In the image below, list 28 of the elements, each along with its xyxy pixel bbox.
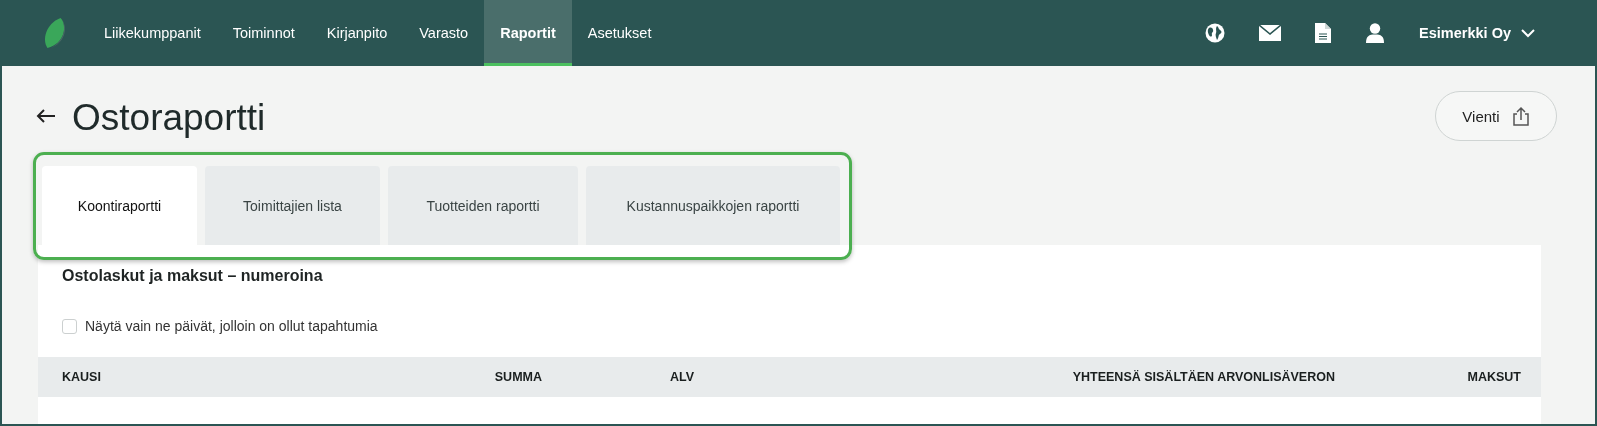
tab[interactable]: Tuotteiden raportti [388,166,578,245]
share-icon [1511,106,1530,126]
export-button[interactable]: Vienti [1435,91,1557,141]
checkbox[interactable] [62,318,77,334]
mail-icon[interactable] [1259,25,1282,41]
page-title: Ostoraportti [72,96,266,139]
nav-item[interactable]: Kirjanpito [310,0,404,66]
nav-item[interactable]: Asetukset [571,0,668,66]
chevron-down-icon [1521,28,1535,38]
column-header[interactable]: ALV [542,370,902,384]
tab[interactable]: Kustannuspaikkojen raportti [586,166,840,245]
back-arrow-icon[interactable] [36,108,56,124]
globe-icon[interactable] [1205,23,1226,43]
tab[interactable]: Koontiraportti [42,166,197,245]
nav-item[interactable]: Liikekumppanit [88,0,217,66]
tab[interactable]: Toimittajien lista [205,166,380,245]
user-icon[interactable] [1365,23,1386,43]
section-heading: Ostolaskut ja maksut – numeroina [62,267,324,285]
column-header[interactable]: SUMMA [402,370,542,384]
document-icon[interactable] [1315,23,1332,43]
nav-item[interactable]: Varasto [403,0,485,66]
column-header[interactable]: MAKSUT [1335,370,1521,384]
company-menu-button[interactable]: Esimerkki Oy [1419,25,1535,41]
checkbox-label[interactable]: Näytä vain ne päivät, jolloin on ollut tapahtumia [85,318,378,334]
column-header[interactable]: KAUSI [62,370,402,384]
column-header[interactable]: YHTEENSÄ SISÄLTÄEN ARVONLISÄVERON [902,370,1335,384]
nav-item[interactable]: Raportit [484,0,572,66]
nav-item[interactable]: Toiminnot [216,0,311,66]
